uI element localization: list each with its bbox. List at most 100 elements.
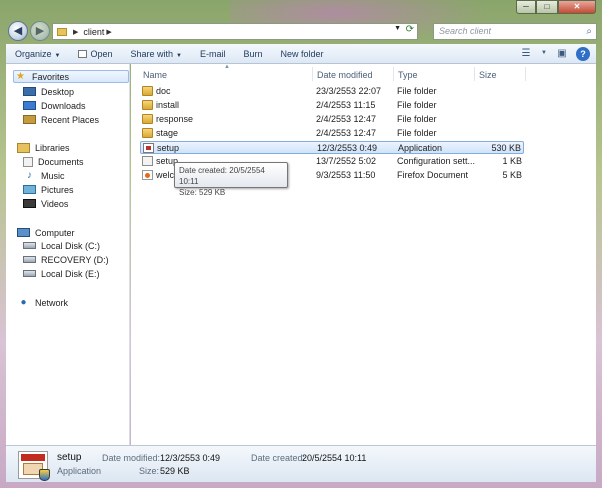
file-size: 530 KB [491, 143, 521, 153]
details-pane: setup Application Date modified: 12/3/25… [6, 445, 596, 482]
column-header-name[interactable]: Name [143, 70, 167, 80]
file-type: File folder [397, 128, 437, 138]
nav-item-local-disk-c[interactable]: Local Disk (C:) [23, 239, 100, 252]
forward-button[interactable]: ▶ [30, 21, 50, 41]
nav-network-label: Network [35, 297, 69, 308]
pictures-icon [23, 185, 36, 194]
nav-item-label: RECOVERY (D:) [41, 254, 109, 265]
breadcrumb-separator-icon[interactable]: ▶ [106, 28, 111, 36]
tooltip-date-created: Date created: 20/5/2554 10:11 [179, 166, 265, 186]
column-divider[interactable] [393, 67, 394, 81]
nav-favorites[interactable]: ★ Favorites [13, 70, 129, 83]
nav-computer[interactable]: Computer [17, 226, 75, 239]
nav-item-downloads[interactable]: Downloads [23, 99, 86, 112]
application-icon [143, 143, 154, 153]
email-button[interactable]: E-mail [191, 49, 235, 59]
file-date: 2/4/2553 12:47 [316, 114, 377, 124]
details-size-label: Size: [139, 466, 160, 476]
nav-item-label: Desktop [41, 86, 75, 97]
file-type: File folder [397, 86, 437, 96]
file-size: 5 KB [502, 170, 522, 180]
chevron-down-icon: ▼ [54, 52, 61, 59]
breadcrumb-client[interactable]: client [83, 27, 104, 37]
libraries-icon [17, 142, 30, 153]
nav-favorites-label: Favorites [32, 71, 70, 82]
refresh-icon[interactable]: ⟳ [406, 24, 414, 35]
documents-icon [23, 156, 33, 167]
open-button[interactable]: Open [69, 49, 121, 59]
share-with-button[interactable]: Share with ▼ [122, 49, 191, 59]
breadcrumb-separator-icon[interactable]: ▶ [73, 28, 78, 36]
desktop-icon [23, 87, 36, 96]
file-type: Application [398, 143, 443, 153]
star-icon: ★ [16, 71, 25, 82]
back-button[interactable]: ◀ [8, 21, 28, 41]
table-row-selected[interactable]: setup 12/3/2553 0:49 Application 530 KB [140, 141, 524, 154]
hard-disk-icon [23, 256, 36, 263]
folder-icon [142, 86, 153, 96]
nav-item-videos[interactable]: Videos [23, 197, 68, 210]
file-type: File folder [397, 114, 437, 124]
hard-disk-icon [23, 242, 36, 249]
table-row[interactable]: install 2/4/2553 11:15 File folder [140, 99, 524, 112]
column-header-date-modified[interactable]: Date modified [317, 70, 373, 80]
nav-item-label: Videos [41, 198, 69, 209]
maximize-button[interactable]: □ [536, 0, 558, 14]
file-date: 2/4/2553 12:47 [316, 128, 377, 138]
search-input[interactable]: Search client ⌕ [433, 23, 597, 40]
nav-item-pictures[interactable]: Pictures [23, 183, 74, 196]
nav-item-label: Documents [38, 156, 84, 167]
preview-pane-icon[interactable]: ▣ [554, 46, 570, 61]
table-row[interactable]: stage 2/4/2553 12:47 File folder [140, 127, 524, 140]
nav-item-music[interactable]: ♪ Music [23, 169, 65, 182]
column-divider[interactable] [525, 67, 526, 81]
file-date: 9/3/2553 11:50 [316, 170, 376, 180]
uac-shield-icon [39, 469, 50, 481]
minimize-button[interactable]: ─ [516, 0, 536, 14]
music-icon: ♪ [27, 170, 32, 181]
details-size-value: 529 KB [160, 466, 190, 476]
app-icon [78, 49, 88, 58]
organize-button[interactable]: Organize ▼ [6, 49, 69, 59]
search-icon[interactable]: ⌕ [586, 24, 592, 39]
close-button[interactable]: ✕ [558, 0, 596, 14]
change-view-icon[interactable]: ☰ [518, 46, 534, 61]
file-date: 2/4/2553 11:15 [316, 100, 376, 110]
hard-disk-icon [23, 270, 36, 277]
nav-network[interactable]: ● Network [17, 296, 68, 309]
nav-item-desktop[interactable]: Desktop [23, 85, 74, 98]
details-date-created-label: Date created: [251, 453, 306, 463]
column-header-size[interactable]: Size [479, 70, 497, 80]
nav-item-label: Local Disk (C:) [41, 240, 101, 251]
new-folder-button[interactable]: New folder [272, 49, 333, 59]
address-bar[interactable]: ▶ client ▶ ▼ ⟳ [52, 23, 418, 40]
folder-icon [57, 27, 67, 36]
nav-item-label: Recent Places [41, 114, 100, 125]
downloads-icon [23, 101, 36, 110]
computer-icon [17, 228, 30, 237]
oracle-logo-icon [21, 454, 45, 461]
firefox-document-icon [142, 170, 153, 180]
share-with-label: Share with [130, 48, 174, 59]
nav-item-label: Music [41, 170, 65, 181]
nav-item-recovery-d[interactable]: RECOVERY (D:) [23, 253, 109, 266]
column-header-type[interactable]: Type [398, 70, 418, 80]
table-row[interactable]: response 2/4/2553 12:47 File folder [140, 113, 524, 126]
nav-item-local-disk-e[interactable]: Local Disk (E:) [23, 267, 100, 280]
chevron-down-icon: ▼ [176, 52, 182, 59]
burn-button[interactable]: Burn [235, 49, 272, 59]
caption-buttons: ─ □ ✕ [516, 0, 596, 14]
address-history-dropdown-icon[interactable]: ▼ [394, 25, 401, 32]
explorer-window: ─ □ ✕ ◀ ▶ ▶ client ▶ ▼ ⟳ Search client ⌕… [0, 0, 602, 488]
file-date: 12/3/2553 0:49 [317, 143, 378, 153]
nav-item-documents[interactable]: Documents [23, 155, 84, 168]
nav-item-label: Downloads [41, 100, 86, 111]
column-divider[interactable] [312, 67, 313, 81]
column-divider[interactable] [474, 67, 475, 81]
table-row[interactable]: doc 23/3/2553 22:07 File folder [140, 85, 524, 98]
file-type: Configuration sett... [397, 156, 476, 166]
nav-libraries[interactable]: Libraries [17, 141, 70, 154]
view-options-chevron-icon[interactable]: ▼ [540, 46, 548, 61]
nav-item-recent-places[interactable]: Recent Places [23, 113, 99, 126]
help-icon[interactable]: ? [576, 47, 590, 61]
